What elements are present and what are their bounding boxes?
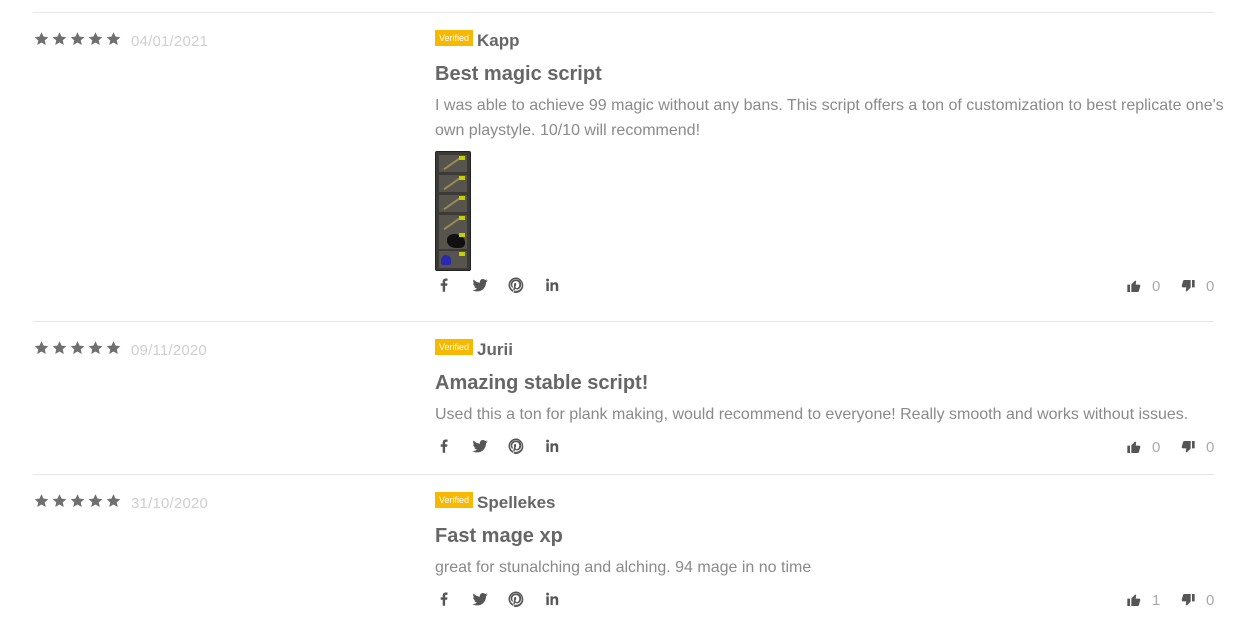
review-item: 09/11/2020 Verified Jurii Amazing stable…	[33, 321, 1214, 474]
verified-badge: Verified	[435, 30, 474, 46]
review-item: 04/01/2021 Verified Kapp Best magic scri…	[33, 12, 1224, 321]
review-text: Used this a ton for plank making, would …	[435, 406, 1189, 423]
star-icon	[34, 341, 49, 354]
verified-badge: Verified	[435, 492, 474, 508]
review-body: Verified Jurii Amazing stable script! Us…	[435, 339, 1214, 427]
review-date: 09/11/2020	[131, 341, 207, 359]
pinterest-icon[interactable]	[507, 276, 525, 294]
review-body: Verified Spellekes Fast mage xp great fo…	[435, 492, 1214, 580]
review-actions: 0 0	[435, 437, 1214, 457]
review-author: Spellekes	[477, 493, 556, 512]
review-author-line: Verified Spellekes	[435, 492, 1214, 514]
pinterest-icon[interactable]	[507, 437, 525, 455]
review-meta: 04/01/2021	[33, 30, 209, 50]
upvote-button[interactable]: 0	[1126, 439, 1160, 456]
review-author-line: Verified Jurii	[435, 339, 1214, 361]
downvote-count: 0	[1206, 591, 1215, 609]
star-icon	[70, 32, 85, 45]
linkedin-icon[interactable]	[543, 590, 561, 608]
inventory-slot	[439, 232, 467, 249]
star-icon	[88, 341, 103, 354]
star-icon	[88, 494, 103, 507]
star-icon	[106, 32, 121, 45]
upvote-count: 1	[1152, 591, 1161, 609]
share-links	[435, 276, 561, 294]
star-icon	[106, 494, 121, 507]
thumbs-down-icon	[1181, 280, 1195, 292]
twitter-icon[interactable]	[471, 590, 489, 608]
review-date: 31/10/2020	[131, 494, 209, 512]
inventory-slot	[439, 195, 467, 212]
star-icon	[34, 494, 49, 507]
inventory-slot	[439, 251, 467, 268]
star-rating	[33, 493, 122, 509]
linkedin-icon[interactable]	[543, 276, 561, 294]
inventory-slot	[439, 155, 467, 172]
twitter-icon[interactable]	[471, 437, 489, 455]
star-rating	[33, 340, 122, 356]
upvote-count: 0	[1152, 438, 1161, 456]
share-links	[435, 437, 561, 455]
thumbs-up-icon	[1127, 441, 1141, 453]
review-body: Verified Kapp Best magic script I was ab…	[435, 30, 1224, 271]
review-title: Best magic script	[435, 63, 602, 85]
review-actions: 0 0	[435, 276, 1214, 296]
star-icon	[70, 494, 85, 507]
star-icon	[52, 494, 67, 507]
review-attachment-image[interactable]	[435, 151, 471, 271]
review-title: Fast mage xp	[435, 525, 563, 547]
verified-badge: Verified	[435, 339, 474, 355]
review-date: 04/01/2021	[131, 32, 209, 50]
facebook-icon[interactable]	[435, 590, 453, 608]
star-icon	[34, 32, 49, 45]
facebook-icon[interactable]	[435, 276, 453, 294]
downvote-button[interactable]: 0	[1180, 439, 1214, 456]
thumbs-down-icon	[1181, 441, 1195, 453]
share-links	[435, 590, 561, 608]
linkedin-icon[interactable]	[543, 437, 561, 455]
vote-controls: 0 0	[1126, 276, 1214, 296]
review-text: great for stunalching and alching. 94 ma…	[435, 559, 812, 576]
review-author-line: Verified Kapp	[435, 30, 1214, 52]
vote-controls: 0 0	[1126, 437, 1214, 457]
star-icon	[106, 341, 121, 354]
facebook-icon[interactable]	[435, 437, 453, 455]
thumbs-up-icon	[1127, 280, 1141, 292]
review-actions: 1 0	[435, 590, 1214, 610]
star-icon	[88, 32, 103, 45]
downvote-count: 0	[1206, 438, 1215, 456]
review-text: I was able to achieve 99 magic without a…	[435, 97, 1224, 139]
review-title: Amazing stable script!	[435, 372, 649, 394]
star-rating	[33, 31, 122, 47]
review-author: Kapp	[477, 31, 520, 50]
twitter-icon[interactable]	[471, 276, 489, 294]
review-meta: 09/11/2020	[33, 339, 207, 359]
pinterest-icon[interactable]	[507, 590, 525, 608]
thumbs-up-icon	[1127, 594, 1141, 606]
downvote-count: 0	[1206, 277, 1215, 295]
reviews-list: 04/01/2021 Verified Kapp Best magic scri…	[33, 12, 1224, 627]
upvote-button[interactable]: 0	[1126, 278, 1160, 295]
review-meta: 31/10/2020	[33, 492, 209, 512]
review-author: Jurii	[477, 340, 513, 359]
review-item: 31/10/2020 Verified Spellekes Fast mage …	[33, 474, 1214, 627]
star-icon	[52, 32, 67, 45]
downvote-button[interactable]: 0	[1180, 278, 1214, 295]
downvote-button[interactable]: 0	[1180, 592, 1214, 609]
inventory-slot	[439, 215, 467, 232]
inventory-slot	[439, 175, 467, 192]
upvote-button[interactable]: 1	[1126, 592, 1160, 609]
star-icon	[70, 341, 85, 354]
upvote-count: 0	[1152, 277, 1161, 295]
star-icon	[52, 341, 67, 354]
vote-controls: 1 0	[1126, 590, 1214, 610]
thumbs-down-icon	[1181, 594, 1195, 606]
